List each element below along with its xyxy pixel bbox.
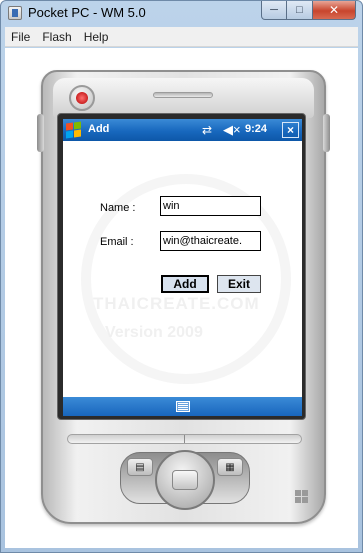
keyboard-icon[interactable]	[176, 401, 190, 412]
screen-bezel: Add ⇄ ◀× 9:24 × THAICREATE.COM Version 2…	[57, 113, 306, 420]
softkey-divider	[184, 435, 185, 443]
wm-softkey-bar	[63, 397, 302, 416]
email-label: Email :	[100, 236, 134, 248]
watermark-version: Version 2009	[105, 324, 203, 341]
email-field[interactable]	[160, 231, 261, 251]
hardware-softkey-bar[interactable]	[67, 434, 302, 444]
add-button[interactable]: Add	[161, 275, 209, 293]
connectivity-icon[interactable]: ⇄	[202, 123, 212, 137]
volume-icon[interactable]: ◀×	[223, 122, 241, 138]
emulator-window: Pocket PC - WM 5.0 ─ □ ✕ File Flash Help	[0, 0, 363, 553]
window-controls: ─ □ ✕	[261, 1, 356, 20]
device-controls: ▤ ▦	[65, 434, 304, 510]
menu-flash[interactable]: Flash	[36, 30, 77, 44]
speaker-grille	[153, 92, 213, 98]
windows-logo-icon	[295, 490, 309, 504]
calendar-hardware-button[interactable]: ▤	[127, 458, 153, 476]
app-title: Add	[88, 123, 110, 135]
dpad-center-button[interactable]	[172, 470, 198, 490]
maximize-button[interactable]: □	[287, 1, 313, 20]
device-screen: Add ⇄ ◀× 9:24 × THAICREATE.COM Version 2…	[63, 119, 302, 416]
window-title: Pocket PC - WM 5.0	[28, 5, 146, 20]
wm-title-bar: Add ⇄ ◀× 9:24 ×	[63, 119, 302, 141]
power-icon[interactable]	[69, 85, 95, 111]
menu-file[interactable]: File	[5, 30, 36, 44]
close-button[interactable]: ✕	[313, 1, 356, 20]
title-bar[interactable]: Pocket PC - WM 5.0 ─ □ ✕	[1, 1, 362, 25]
menu-bar: File Flash Help	[5, 27, 358, 47]
watermark-text: THAICREATE.COM	[93, 294, 260, 313]
name-field[interactable]	[160, 196, 261, 216]
clock[interactable]: 9:24	[245, 123, 267, 135]
name-label: Name :	[100, 202, 136, 214]
app-icon	[8, 6, 22, 20]
contacts-hardware-button[interactable]: ▦	[217, 458, 243, 476]
windows-start-icon[interactable]	[66, 121, 82, 139]
menu-help[interactable]: Help	[78, 30, 115, 44]
device-top-panel	[53, 78, 314, 118]
app-close-button[interactable]: ×	[282, 122, 299, 138]
side-key-left[interactable]	[37, 114, 44, 152]
side-key-right[interactable]	[323, 114, 330, 152]
minimize-button[interactable]: ─	[261, 1, 287, 20]
emulator-client-area: Add ⇄ ◀× 9:24 × THAICREATE.COM Version 2…	[5, 48, 358, 548]
pocket-pc-device: Add ⇄ ◀× 9:24 × THAICREATE.COM Version 2…	[37, 70, 330, 524]
exit-button[interactable]: Exit	[217, 275, 261, 293]
